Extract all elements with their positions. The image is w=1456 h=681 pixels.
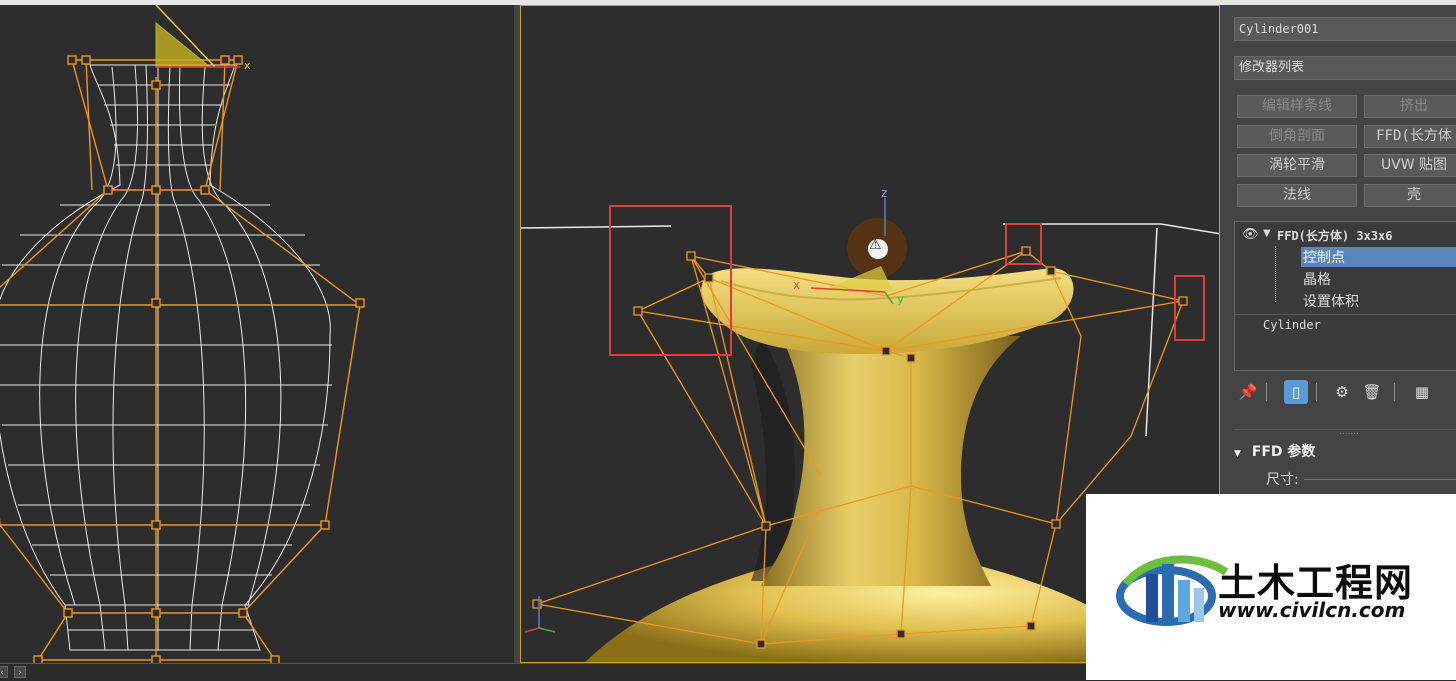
shell-button[interactable]: 壳 [1364,184,1456,207]
tool-separator [1266,383,1267,401]
panel-resize-separator[interactable]: ....... [1234,427,1456,438]
stack-divider [1235,314,1456,315]
rollout-collapse-icon[interactable]: ▼ [1234,449,1241,459]
ffd-box-button[interactable]: FFD(长方体 [1364,125,1456,148]
watermark-url: www.civilcn.com [1218,598,1406,622]
rollout-title: FFD 参数 [1251,444,1316,460]
dimensions-group-line [1304,479,1456,480]
pin-stack-icon[interactable]: 📌 [1236,380,1260,404]
visibility-eye-icon[interactable]: 👁 [1242,227,1259,242]
ffd-modifier-entry[interactable]: FFD(长方体) 3x3x6 [1277,227,1392,244]
tool-separator [1394,383,1395,401]
lattice-entry[interactable]: 晶格 [1303,269,1331,289]
control-points-entry[interactable]: 控制点 [1301,247,1456,267]
separator-dots: ....... [1338,427,1360,437]
uvw-map-button[interactable]: UVW 贴图 [1364,154,1456,177]
edit-spline-button[interactable]: 编辑样条线 [1237,95,1357,118]
stack-tree-lines [1275,246,1296,302]
object-name-field[interactable]: Cylinder001 [1234,17,1456,41]
gizmo-axis-x-label: x [793,278,801,292]
dimensions-label: 尺寸: [1266,472,1299,488]
modifier-stack[interactable]: 👁 ▼ FFD(长方体) 3x3x6 控制点 晶格 设置体积 Cylinder [1234,221,1456,371]
tool-separator [1316,383,1317,401]
configure-modifier-sets-icon[interactable]: ▦ [1410,380,1434,404]
cylinder-base-entry[interactable]: Cylinder [1263,318,1321,332]
svg-text:x: x [244,59,251,72]
gizmo-axis-y-label: y [897,292,905,306]
wireframe-vase-drawing: x [0,4,365,665]
turbosmooth-button[interactable]: 涡轮平滑 [1237,154,1357,177]
modifier-list-dropdown[interactable]: 修改器列表 [1234,56,1456,80]
normal-button[interactable]: 法线 [1237,184,1357,207]
front-wireframe-viewport[interactable]: x [0,4,514,665]
bevel-profile-button[interactable]: 倒角剖面 [1237,125,1357,148]
site-watermark: 土木工程网 www.civilcn.com [1086,494,1456,680]
scroll-left-icon[interactable]: ‹ [0,666,8,678]
make-unique-icon[interactable]: ⚙ [1330,380,1354,404]
ffd-params-rollout-header[interactable]: ▼ FFD 参数 [1234,441,1456,463]
scroll-right-icon[interactable]: › [14,666,26,678]
show-end-result-icon[interactable]: ▯ [1284,380,1308,404]
gizmo-warning-glyph[interactable]: ⚠ [869,237,882,253]
set-volume-entry[interactable]: 设置体积 [1303,291,1359,311]
extrude-button[interactable]: 挤出 [1364,95,1456,118]
expand-triangle-icon[interactable]: ▼ [1263,228,1271,239]
remove-modifier-icon[interactable]: 🗑 [1360,380,1384,404]
stack-toolbar: 📌 ▯ ⚙ 🗑 ▦ [1234,377,1456,407]
gizmo-axis-z-label: z [881,186,888,200]
